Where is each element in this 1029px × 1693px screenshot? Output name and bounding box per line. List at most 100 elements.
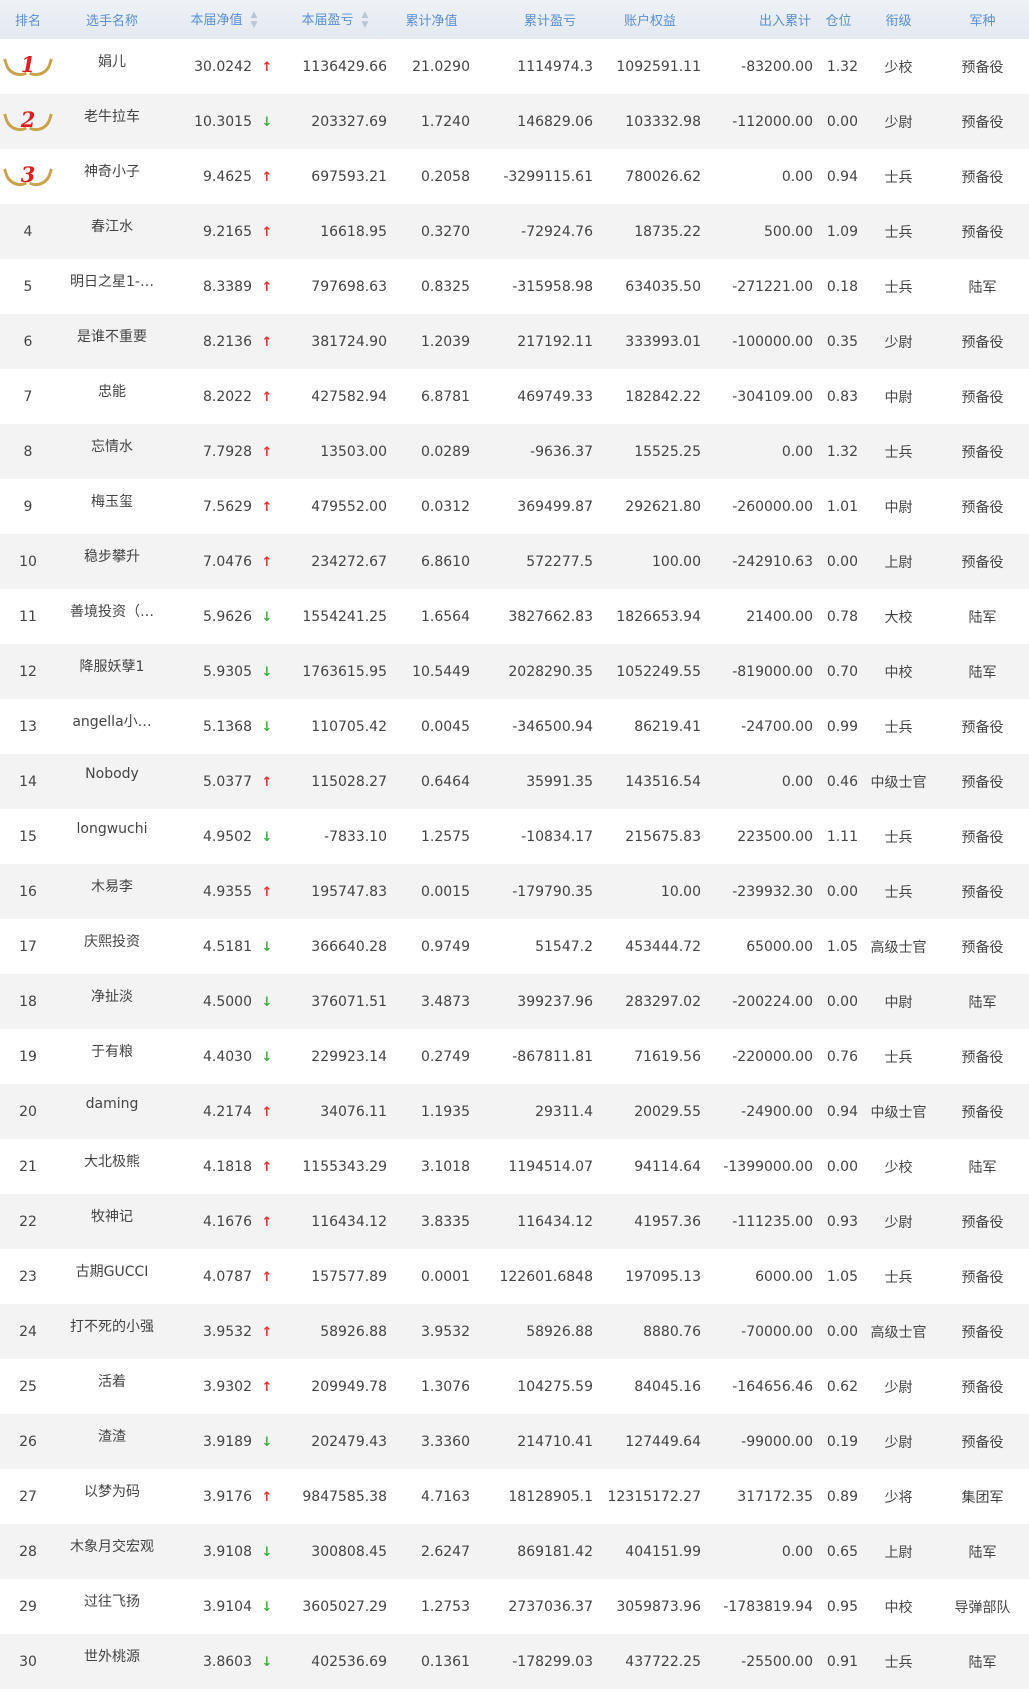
player-name[interactable]: 渣渣 [98, 1426, 126, 1446]
table-row[interactable]: 24 打不死的小强 3.9532 ↑ 58926.88 3.9532 58926.88 888… [0, 1304, 1029, 1359]
branch-value: 陆军 [968, 279, 997, 296]
table-row[interactable]: 2 老牛拉车 10.3015 ↓ 203327.69 1.7240 146829.06 103… [0, 94, 1029, 149]
player-name[interactable]: 春江水 [91, 216, 133, 236]
header-flow[interactable]: 出入累计 [704, 0, 816, 39]
player-name[interactable]: daming [86, 1096, 139, 1112]
player-name[interactable]: 净扯淡 [91, 986, 133, 1006]
player-name[interactable]: Nobody [85, 766, 139, 782]
player-name[interactable]: angella小… [72, 711, 151, 731]
table-row[interactable]: 19 于有粮 4.4030 ↓ 229923.14 0.2749 -867811.81 716… [0, 1029, 1029, 1084]
position-cell: 1.05 [816, 1249, 861, 1304]
table-row[interactable]: 30 世外桃源 3.8603 ↓ 402536.69 0.1361 -178299.03 43… [0, 1634, 1029, 1689]
table-row[interactable]: 5 明日之星1-… 8.3389 ↑ 797698.63 0.8325 -315958.98… [0, 259, 1029, 314]
table-row[interactable]: 26 渣渣 3.9189 ↓ 202479.43 3.3360 214710.41 12744… [0, 1414, 1029, 1469]
player-name[interactable]: 娟儿 [98, 51, 126, 71]
equity-value: 404151.99 [625, 1543, 701, 1560]
branch-value: 导弹部队 [954, 1599, 1011, 1616]
header-branch[interactable]: 军种 [936, 0, 1029, 39]
player-name[interactable]: 庆熙投资 [84, 931, 140, 951]
player-name[interactable]: 明日之星1-… [70, 271, 154, 291]
branch-cell: 预备役 [936, 754, 1029, 809]
table-row[interactable]: 20 daming 4.2174 ↑ 34076.11 1.1935 29311.4 2002… [0, 1084, 1029, 1139]
table-row[interactable]: 1 娟儿 30.0242 ↑ 1136429.66 21.0290 1114974.3 109… [0, 39, 1029, 94]
player-name[interactable]: 木易李 [91, 876, 133, 896]
player-name[interactable]: 善境投资（… [70, 601, 154, 621]
table-row[interactable]: 4 春江水 9.2165 ↑ 16618.95 0.3270 -72924.76 18735.… [0, 204, 1029, 259]
player-name[interactable]: longwuchi [77, 821, 148, 837]
header-rank[interactable]: 排名 [0, 0, 56, 39]
player-name[interactable]: 于有粮 [91, 1041, 133, 1061]
player-name[interactable]: 古期GUCCI [76, 1261, 149, 1281]
flow-value: -260000.00 [732, 498, 813, 515]
player-name[interactable]: 老牛拉车 [84, 106, 140, 126]
table-row[interactable]: 13 angella小… 5.1368 ↓ 110705.42 0.0045 -346500… [0, 699, 1029, 754]
player-name[interactable]: 神奇小子 [84, 161, 140, 181]
cum-pnl-value: 3827662.83 [508, 608, 593, 625]
sort-icon[interactable]: ▲ ▼ [251, 10, 258, 30]
table-row[interactable]: 14 Nobody 5.0377 ↑ 115028.27 0.6464 35991.35 14… [0, 754, 1029, 809]
position-cell: 0.94 [816, 1084, 861, 1139]
player-name[interactable]: 牧神记 [91, 1206, 133, 1226]
table-row[interactable]: 8 忘情水 7.7928 ↑ 13503.00 0.0289 -9636.37 15525.2… [0, 424, 1029, 479]
table-row[interactable]: 3 神奇小子 9.4625 ↑ 697593.21 0.2058 -3299115.61 78… [0, 149, 1029, 204]
player-name-cell: 忠能 [56, 369, 168, 424]
table-row[interactable]: 7 忠能 8.2022 ↑ 427582.94 6.8781 469749.33 182842… [0, 369, 1029, 424]
header-nav[interactable]: 本届净值 ▲ ▼ [168, 0, 280, 39]
pnl-cell: 1136429.66 [280, 39, 390, 94]
player-name[interactable]: 梅玉玺 [91, 491, 133, 511]
table-row[interactable]: 27 以梦为码 3.9176 ↑ 9847585.38 4.7163 18128905.1 1… [0, 1469, 1029, 1524]
player-name[interactable]: 是谁不重要 [77, 326, 147, 346]
player-name[interactable]: 打不死的小强 [70, 1316, 154, 1336]
branch-value: 预备役 [961, 1324, 1004, 1341]
flow-cell: 317172.35 [704, 1469, 816, 1524]
position-cell: 0.00 [816, 1139, 861, 1194]
player-name[interactable]: 活着 [98, 1371, 126, 1391]
table-row[interactable]: 12 降服妖孽1 5.9305 ↓ 1763615.95 10.5449 2028290.3… [0, 644, 1029, 699]
sort-icon[interactable]: ▲ ▼ [362, 10, 369, 30]
player-name[interactable]: 过往飞扬 [84, 1591, 140, 1611]
cum-nav-cell: 6.8781 [390, 369, 473, 424]
cum-pnl-cell: 51547.2 [473, 919, 596, 974]
table-row[interactable]: 25 活着 3.9302 ↑ 209949.78 1.3076 104275.59 84045… [0, 1359, 1029, 1414]
table-row[interactable]: 21 大北极熊 4.1818 ↑ 1155343.29 3.1018 1194514.07 9… [0, 1139, 1029, 1194]
equity-value: 84045.16 [634, 1378, 701, 1395]
table-row[interactable]: 23 古期GUCCI 4.0787 ↑ 157577.89 0.0001 122601.68… [0, 1249, 1029, 1304]
position-value: 0.00 [826, 1158, 858, 1175]
cum-pnl-cell: -178299.03 [473, 1634, 596, 1689]
table-row[interactable]: 18 净扯淡 4.5000 ↓ 376071.51 3.4873 399237.96 2832… [0, 974, 1029, 1029]
table-row[interactable]: 17 庆熙投资 4.5181 ↓ 366640.28 0.9749 51547.2 45344… [0, 919, 1029, 974]
table-row[interactable]: 29 过往飞扬 3.9104 ↓ 3605027.29 1.2753 2737036.37 3… [0, 1579, 1029, 1634]
table-row[interactable]: 9 梅玉玺 7.5629 ↑ 479552.00 0.0312 369499.87 29262… [0, 479, 1029, 534]
player-name[interactable]: 世外桃源 [84, 1646, 140, 1666]
header-equity[interactable]: 账户权益 [596, 0, 704, 39]
pnl-cell: 13503.00 [280, 424, 390, 479]
rank-cell: 25 [0, 1359, 56, 1414]
equity-value: 103332.98 [625, 113, 701, 130]
player-name[interactable]: 大北极熊 [84, 1151, 140, 1171]
player-name[interactable]: 木象月交宏观 [70, 1536, 154, 1556]
table-row[interactable]: 15 longwuchi 4.9502 ↓ -7833.10 1.2575 -10834.1… [0, 809, 1029, 864]
player-name[interactable]: 稳步攀升 [84, 546, 140, 566]
player-name[interactable]: 降服妖孽1 [80, 656, 145, 676]
nav-value: 4.5181 [203, 938, 252, 955]
player-name[interactable]: 忘情水 [91, 436, 133, 456]
table-row[interactable]: 22 牧神记 4.1676 ↑ 116434.12 3.8335 116434.12 4195… [0, 1194, 1029, 1249]
header-position[interactable]: 仓位 [816, 0, 861, 39]
header-pnl[interactable]: 本届盈亏 ▲ ▼ [280, 0, 390, 39]
table-row[interactable]: 11 善境投资（… 5.9626 ↓ 1554241.25 1.6564 3827662.8… [0, 589, 1029, 644]
table-row[interactable]: 10 稳步攀升 7.0476 ↑ 234272.67 6.8610 572277.5 100.… [0, 534, 1029, 589]
title-cell: 少校 [861, 1139, 936, 1194]
header-title[interactable]: 衔级 [861, 0, 936, 39]
header-name[interactable]: 选手名称 [56, 0, 168, 39]
player-name[interactable]: 以梦为码 [84, 1481, 140, 1501]
branch-cell: 陆军 [936, 589, 1029, 644]
table-header-row: 排名 选手名称 本届净值 ▲ ▼ 本届盈亏 ▲ ▼ 累计净值 累计盈亏 账户权益 出入累… [0, 0, 1029, 39]
header-cum-nav[interactable]: 累计净值 [390, 0, 473, 39]
table-row[interactable]: 6 是谁不重要 8.2136 ↑ 381724.90 1.2039 217192.11 333… [0, 314, 1029, 369]
cum-pnl-cell: 116434.12 [473, 1194, 596, 1249]
cum-nav-value: 3.9532 [421, 1323, 470, 1340]
header-cum-pnl[interactable]: 累计盈亏 [473, 0, 596, 39]
table-row[interactable]: 16 木易李 4.9355 ↑ 195747.83 0.0015 -179790.35 10.… [0, 864, 1029, 919]
table-row[interactable]: 28 木象月交宏观 3.9108 ↓ 300808.45 2.6247 869181.42 4… [0, 1524, 1029, 1579]
player-name[interactable]: 忠能 [98, 381, 126, 401]
